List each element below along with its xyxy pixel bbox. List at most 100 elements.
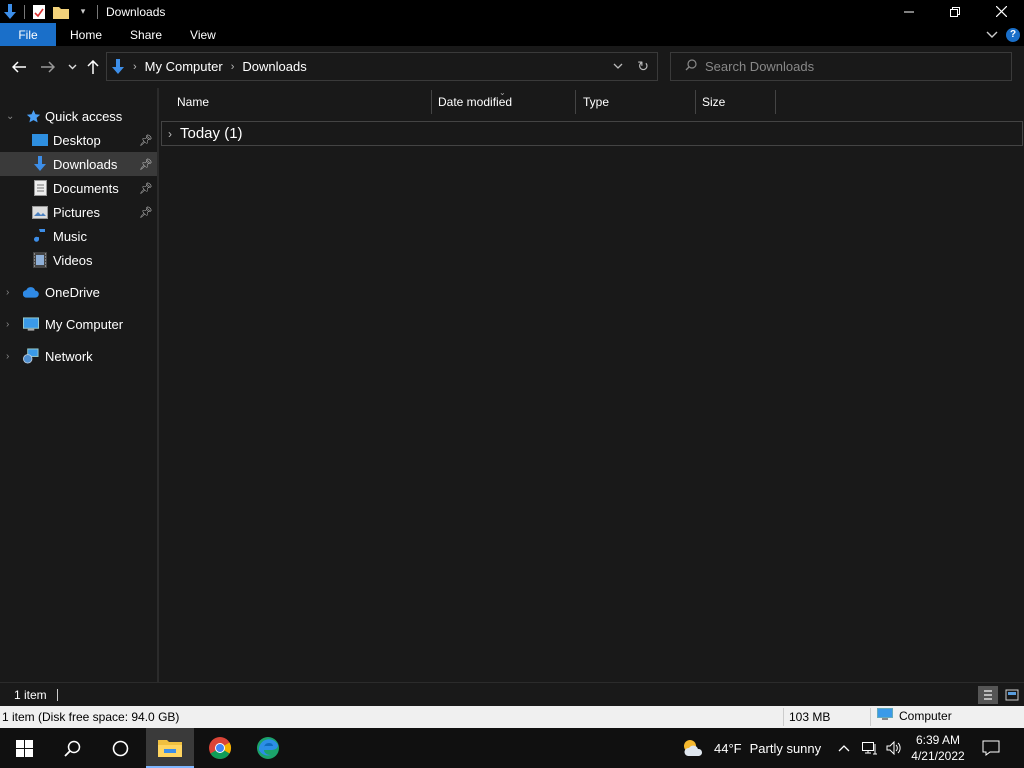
column-separator[interactable] bbox=[695, 90, 696, 114]
restore-button[interactable] bbox=[932, 0, 978, 23]
chrome-taskbar-button[interactable] bbox=[196, 728, 244, 768]
expand-ribbon-icon[interactable] bbox=[986, 28, 998, 42]
partly-sunny-icon bbox=[682, 738, 704, 758]
column-separator[interactable] bbox=[575, 90, 576, 114]
nav-item-label: Downloads bbox=[53, 156, 118, 172]
qat-dropdown-icon[interactable]: ▾ bbox=[75, 4, 91, 20]
videos-icon bbox=[32, 252, 48, 268]
recent-locations-button[interactable] bbox=[62, 57, 82, 77]
address-bar[interactable]: › My Computer › Downloads ↻ bbox=[106, 52, 658, 81]
pin-icon: 📌︎ bbox=[139, 206, 153, 219]
address-dropdown-icon[interactable] bbox=[613, 60, 623, 72]
forward-button[interactable] bbox=[38, 57, 58, 77]
group-header-today[interactable]: › Today (1) bbox=[161, 121, 1023, 146]
file-list: ⌄ Name Date modified Type Size › Today (… bbox=[159, 88, 1024, 682]
downloads-icon bbox=[111, 58, 125, 75]
breadcrumb-downloads[interactable]: Downloads bbox=[242, 59, 306, 74]
network-tray-icon[interactable] bbox=[862, 728, 878, 768]
ribbon-tabs: File Home Share View ? bbox=[0, 23, 1024, 46]
pin-icon: 📌︎ bbox=[139, 134, 153, 147]
details-separator bbox=[870, 708, 871, 726]
qat-separator bbox=[24, 4, 25, 19]
nav-item-downloads[interactable]: Downloads 📌︎ bbox=[0, 152, 157, 176]
group-label: Today (1) bbox=[180, 125, 243, 142]
clock-time: 6:39 AM bbox=[915, 733, 961, 747]
minimize-button[interactable] bbox=[886, 0, 932, 23]
group-expand-chevron-icon[interactable]: › bbox=[168, 127, 172, 141]
column-header-type[interactable]: Type bbox=[583, 88, 695, 116]
expand-chevron-icon[interactable]: ⌄ bbox=[6, 111, 14, 122]
tab-view[interactable]: View bbox=[176, 23, 230, 46]
search-box[interactable] bbox=[670, 52, 1012, 81]
search-icon bbox=[685, 59, 697, 74]
new-folder-icon[interactable] bbox=[53, 4, 69, 20]
details-location-label: Computer bbox=[899, 709, 952, 723]
search-button[interactable] bbox=[48, 728, 96, 768]
pin-icon: 📌︎ bbox=[139, 182, 153, 195]
expand-chevron-icon[interactable]: › bbox=[6, 351, 9, 362]
nav-item-label: Pictures bbox=[53, 204, 100, 220]
address-row: › My Computer › Downloads ↻ bbox=[0, 46, 1024, 88]
tab-home[interactable]: Home bbox=[56, 23, 116, 46]
cloud-icon bbox=[23, 284, 39, 300]
notifications-button[interactable] bbox=[982, 728, 1000, 768]
column-separator[interactable] bbox=[431, 90, 432, 114]
help-button[interactable]: ? bbox=[1006, 27, 1020, 42]
nav-item-network[interactable]: › Network bbox=[0, 344, 157, 368]
status-bar: 1 item bbox=[0, 682, 1024, 706]
properties-icon[interactable] bbox=[31, 4, 47, 20]
details-view-button[interactable] bbox=[978, 686, 998, 704]
weather-widget[interactable]: 44°F Partly sunny bbox=[682, 728, 821, 768]
nav-item-label: Videos bbox=[53, 252, 93, 268]
tab-share[interactable]: Share bbox=[116, 23, 176, 46]
breadcrumb-chevron-icon[interactable]: › bbox=[133, 61, 137, 73]
ribbon-right: ? bbox=[986, 23, 1020, 46]
music-icon bbox=[32, 228, 48, 244]
nav-item-quick-access[interactable]: ⌄ Quick access bbox=[0, 104, 157, 128]
nav-item-desktop[interactable]: Desktop 📌︎ bbox=[0, 128, 157, 152]
system-clock[interactable]: 6:39 AM 4/21/2022 bbox=[905, 732, 971, 764]
computer-icon bbox=[23, 316, 39, 332]
show-hidden-icons-button[interactable] bbox=[838, 728, 850, 768]
details-size: 103 MB bbox=[789, 710, 831, 724]
details-bar: 1 item (Disk free space: 94.0 GB) 103 MB… bbox=[0, 706, 1024, 728]
up-button[interactable] bbox=[83, 57, 103, 77]
nav-item-label: Documents bbox=[53, 180, 119, 196]
cortana-button[interactable] bbox=[96, 728, 144, 768]
details-location: Computer bbox=[877, 708, 952, 724]
start-button[interactable] bbox=[0, 728, 48, 768]
clock-date: 4/21/2022 bbox=[911, 749, 965, 763]
nav-item-onedrive[interactable]: › OneDrive bbox=[0, 280, 157, 304]
nav-item-pictures[interactable]: Pictures 📌︎ bbox=[0, 200, 157, 224]
column-header-date-modified[interactable]: Date modified bbox=[438, 88, 575, 116]
breadcrumb-chevron-icon[interactable]: › bbox=[231, 61, 235, 73]
search-input[interactable] bbox=[705, 59, 1005, 74]
column-separator[interactable] bbox=[775, 90, 776, 114]
nav-item-label: Quick access bbox=[45, 108, 123, 124]
nav-item-music[interactable]: Music bbox=[0, 224, 157, 248]
edge-taskbar-button[interactable] bbox=[244, 728, 292, 768]
expand-chevron-icon[interactable]: › bbox=[6, 287, 9, 298]
downloads-arrow-icon bbox=[2, 3, 18, 20]
documents-icon bbox=[32, 180, 48, 196]
expand-chevron-icon[interactable]: › bbox=[6, 319, 9, 330]
nav-item-label: OneDrive bbox=[45, 284, 100, 300]
pictures-icon bbox=[32, 204, 48, 220]
column-header-name[interactable]: Name bbox=[177, 88, 431, 116]
breadcrumb-my-computer[interactable]: My Computer bbox=[145, 59, 223, 74]
large-icons-view-button[interactable] bbox=[1002, 686, 1022, 704]
back-button[interactable] bbox=[9, 57, 29, 77]
nav-item-videos[interactable]: Videos bbox=[0, 248, 157, 272]
tab-file[interactable]: File bbox=[0, 23, 56, 46]
nav-item-documents[interactable]: Documents 📌︎ bbox=[0, 176, 157, 200]
column-header-size[interactable]: Size bbox=[702, 88, 774, 116]
close-button[interactable] bbox=[978, 0, 1024, 23]
item-count: 1 item bbox=[14, 687, 47, 702]
file-explorer-taskbar-button[interactable] bbox=[146, 728, 194, 768]
desktop-icon bbox=[32, 132, 48, 148]
nav-item-my-computer[interactable]: › My Computer bbox=[0, 312, 157, 336]
weather-temperature: 44°F bbox=[714, 740, 742, 756]
volume-icon[interactable] bbox=[886, 728, 902, 768]
taskbar: 44°F Partly sunny 6:39 AM 4/21/2022 bbox=[0, 728, 1024, 768]
refresh-icon[interactable]: ↻ bbox=[637, 58, 649, 75]
